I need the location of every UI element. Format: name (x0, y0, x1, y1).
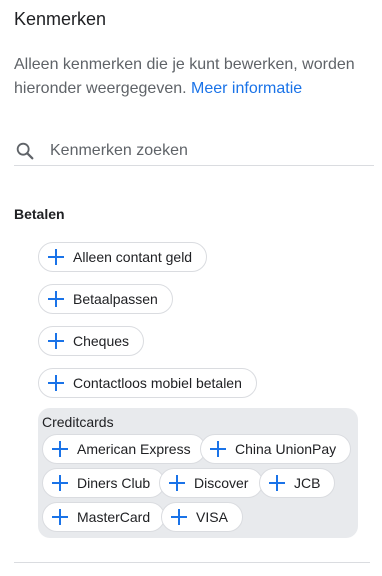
chip-label: China UnionPay (235, 441, 337, 457)
chip-label: Contactloos mobiel betalen (73, 375, 242, 391)
plus-icon (48, 333, 64, 349)
chip-cheques[interactable]: Cheques (38, 326, 145, 356)
chip-label: Betaalpassen (73, 291, 158, 307)
plus-icon (52, 475, 68, 491)
chip-visa[interactable]: VISA (161, 502, 243, 532)
learn-more-link[interactable]: Meer informatie (191, 80, 302, 97)
chip-debit-cards[interactable]: Betaalpassen (38, 284, 173, 314)
chip-cash-only[interactable]: Alleen contant geld (38, 242, 208, 272)
chip-label: Diners Club (77, 475, 151, 491)
plus-icon (48, 249, 64, 265)
chip-label: JCB (294, 475, 321, 491)
chip-label: VISA (196, 509, 228, 525)
search-icon (16, 142, 34, 160)
search-input[interactable] (50, 142, 350, 160)
plus-icon (52, 441, 68, 457)
plus-icon (52, 509, 68, 525)
chip-discover[interactable]: Discover (159, 468, 264, 498)
search-bar[interactable] (14, 137, 374, 166)
chip-contactless-mobile[interactable]: Contactloos mobiel betalen (38, 368, 257, 398)
plus-icon (171, 509, 187, 525)
section-title-betalen: Betalen (14, 206, 65, 222)
divider (14, 562, 370, 563)
chip-label: American Express (77, 441, 191, 457)
group-title-creditcards: Creditcards (42, 414, 114, 430)
chip-american-express[interactable]: American Express (42, 434, 206, 464)
plus-icon (169, 475, 185, 491)
chip-label: Cheques (73, 333, 130, 349)
page-title: Kenmerken (14, 9, 107, 29)
chip-label: Alleen contant geld (73, 249, 193, 265)
description: Alleen kenmerken die je kunt bewerken, w… (14, 53, 364, 101)
plus-icon (48, 291, 64, 307)
chip-label: MasterCard (77, 509, 151, 525)
plus-icon (269, 475, 285, 491)
chip-jcb[interactable]: JCB (259, 468, 336, 498)
chip-diners-club[interactable]: Diners Club (42, 468, 166, 498)
chip-label: Discover (194, 475, 249, 491)
plus-icon (48, 375, 64, 391)
description-text: Alleen kenmerken die je kunt bewerken, w… (14, 56, 355, 97)
chip-mastercard[interactable]: MasterCard (42, 502, 166, 532)
chip-china-unionpay[interactable]: China UnionPay (200, 434, 352, 464)
plus-icon (210, 441, 226, 457)
